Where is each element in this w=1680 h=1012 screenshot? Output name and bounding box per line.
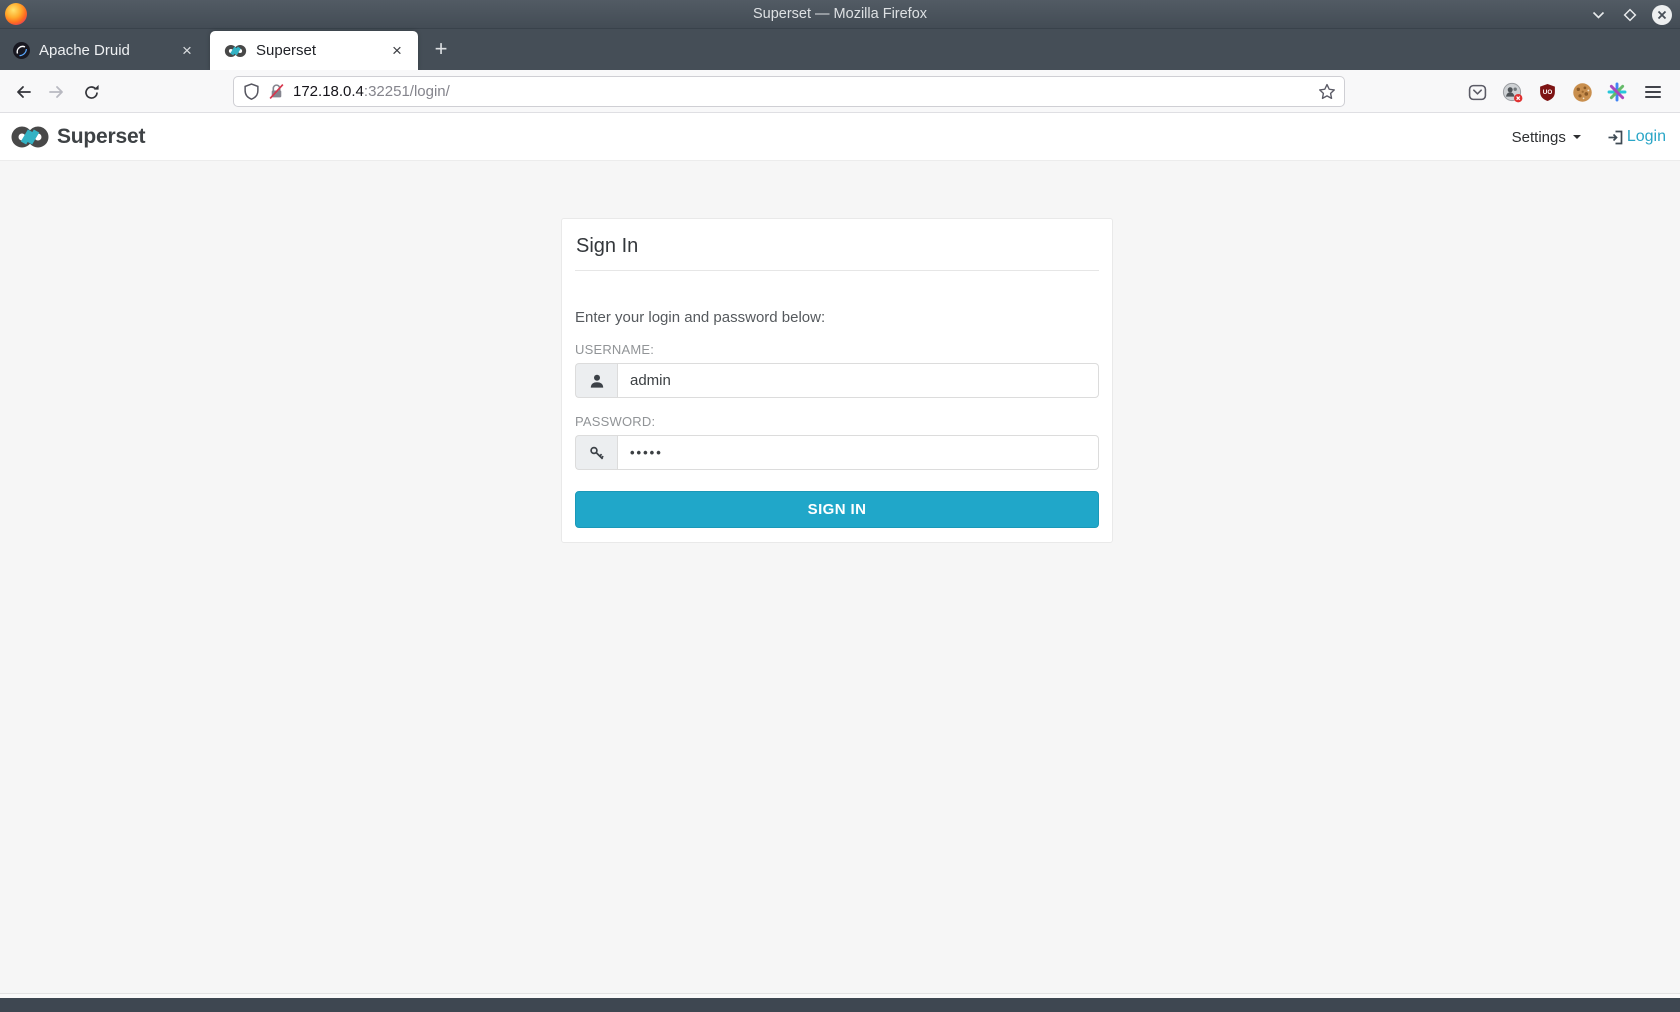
window-titlebar: Superset — Mozilla Firefox: [0, 0, 1680, 29]
window-maximize-button[interactable]: [1620, 5, 1640, 25]
password-addon: [575, 435, 617, 470]
tab-superset[interactable]: Superset ×: [210, 31, 418, 70]
tab-label: Apache Druid: [39, 42, 176, 59]
pocket-icon: [1468, 84, 1487, 101]
sign-in-icon: [1607, 129, 1624, 146]
forward-button[interactable]: [42, 77, 72, 107]
window-title: Superset — Mozilla Firefox: [0, 0, 1680, 29]
password-group: [575, 435, 1099, 470]
card-title: Sign In: [576, 235, 1098, 258]
back-button[interactable]: [8, 77, 38, 107]
extension-asterisk-button[interactable]: [1602, 77, 1632, 107]
username-group: [575, 363, 1099, 398]
settings-menu[interactable]: Settings: [1512, 129, 1581, 146]
superset-logo-icon: [10, 125, 50, 149]
back-arrow-icon: [14, 83, 32, 101]
window-close-button[interactable]: [1652, 5, 1672, 25]
tab-close-button[interactable]: ×: [176, 40, 198, 62]
tab-close-button[interactable]: ×: [386, 40, 408, 62]
svg-text:UO: UO: [1542, 89, 1552, 96]
window-bottom-edge: [0, 998, 1680, 1012]
pocket-save-button[interactable]: [1462, 77, 1492, 107]
username-addon: [575, 363, 617, 398]
sign-in-button[interactable]: SIGN IN: [575, 491, 1099, 528]
brand-name: Superset: [57, 125, 145, 149]
superset-favicon: [224, 44, 247, 58]
browser-toolbar: 172.18.0.4:32251/login/: [0, 70, 1680, 113]
tab-apache-druid[interactable]: Apache Druid ×: [0, 31, 208, 70]
key-icon: [589, 445, 605, 461]
reload-button[interactable]: [76, 77, 106, 107]
cookie-extension-button[interactable]: [1567, 77, 1597, 107]
reload-icon: [83, 84, 100, 101]
instruction-text: Enter your login and password below:: [575, 309, 1099, 326]
username-label: USERNAME:: [575, 342, 1099, 357]
login-label: Login: [1627, 128, 1666, 146]
superset-brand[interactable]: Superset: [10, 113, 145, 161]
forward-arrow-icon: [48, 83, 66, 101]
window-minimize-button[interactable]: [1588, 5, 1608, 25]
password-label: PASSWORD:: [575, 414, 1099, 429]
password-input[interactable]: [617, 435, 1099, 470]
new-tab-button[interactable]: +: [428, 37, 454, 63]
url-host: 172.18.0.4: [293, 83, 364, 100]
superset-navbar: Superset Settings Login: [0, 113, 1680, 161]
url-bar[interactable]: 172.18.0.4:32251/login/: [233, 76, 1345, 107]
tracking-protection-shield-icon: [244, 83, 259, 100]
maximize-diamond-icon: [1622, 7, 1638, 23]
url-text: 172.18.0.4:32251/login/: [293, 83, 1318, 100]
ublock-shield-icon: UO: [1539, 83, 1556, 102]
chevron-down-icon: [1592, 10, 1605, 20]
druid-favicon: [13, 42, 30, 59]
login-link[interactable]: Login: [1607, 128, 1666, 146]
cookie-icon: [1572, 82, 1593, 103]
hamburger-menu-icon: [1644, 85, 1662, 99]
url-path: :32251/login/: [364, 83, 450, 100]
user-icon: [589, 373, 605, 389]
extension-button[interactable]: [1497, 77, 1527, 107]
chevron-down-icon: [1573, 135, 1581, 139]
ublock-button[interactable]: UO: [1532, 77, 1562, 107]
browser-window: Superset — Mozilla Firefox Apache Druid …: [0, 0, 1680, 1012]
multicolor-asterisk-icon: [1607, 82, 1627, 102]
card-divider: [575, 270, 1099, 271]
tab-label: Superset: [256, 42, 386, 59]
username-input[interactable]: [617, 363, 1099, 398]
menu-button[interactable]: [1638, 77, 1668, 107]
tab-bar: Apache Druid × Superset × +: [0, 29, 1680, 70]
close-icon: [1657, 10, 1667, 20]
insecure-lock-icon: [268, 83, 285, 100]
settings-label: Settings: [1512, 129, 1566, 146]
bookmark-star-icon[interactable]: [1318, 83, 1336, 101]
sign-in-card: Sign In Enter your login and password be…: [561, 218, 1113, 543]
extension-icon: [1502, 82, 1523, 103]
